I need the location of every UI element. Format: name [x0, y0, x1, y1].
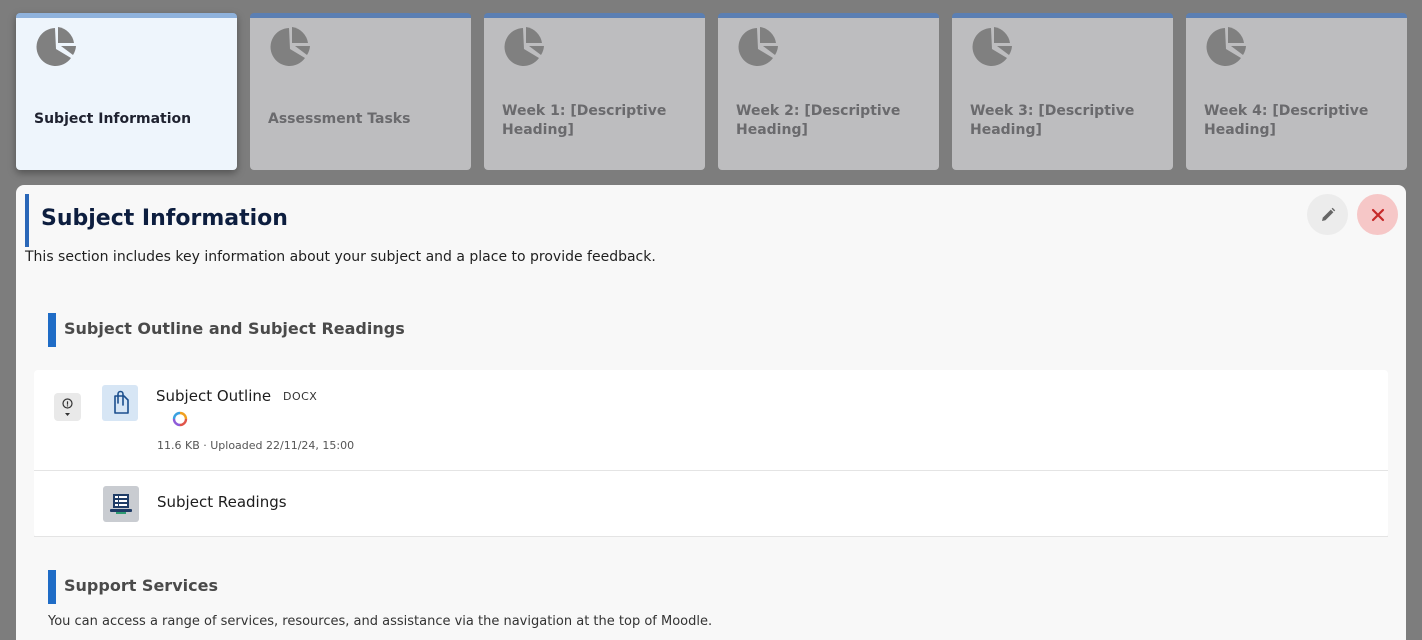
pie-chart-icon — [270, 27, 310, 66]
subject-readings-link[interactable]: Subject Readings — [157, 493, 287, 511]
pie-chart-icon — [972, 27, 1012, 66]
list-bottom-border — [34, 536, 1388, 537]
panel-description: This section includes key information ab… — [25, 249, 656, 265]
tile-assessment-tasks[interactable]: Assessment Tasks — [250, 13, 471, 170]
file-meta: 11.6 KB · Uploaded 22/11/24, 15:00 — [157, 439, 355, 452]
pie-chart-icon — [36, 27, 76, 66]
sync-icon — [172, 411, 188, 427]
reading-list-icon — [103, 486, 139, 522]
close-icon — [1371, 208, 1384, 221]
panel-title: Subject Information — [41, 206, 288, 231]
pie-chart-icon — [1206, 27, 1246, 66]
tile-week-1[interactable]: Week 1: [Descriptive Heading] — [484, 13, 705, 170]
title-accent-bar — [25, 194, 29, 247]
doc-type-badge: DOCX — [283, 390, 318, 403]
list-divider — [34, 470, 1388, 471]
tile-subject-information[interactable]: Subject Information — [16, 13, 237, 170]
section-accent-bar — [48, 313, 56, 347]
pie-chart-icon — [738, 27, 778, 66]
section-title-outline: Subject Outline and Subject Readings — [64, 319, 405, 338]
tile-label: Week 3: [Descriptive Heading] — [970, 103, 1135, 138]
support-description: You can access a range of services, reso… — [48, 614, 713, 629]
pencil-icon — [1321, 207, 1335, 221]
subject-outline-link[interactable]: Subject Outline — [156, 387, 271, 405]
tile-label: Week 4: [Descriptive Heading] — [1204, 103, 1369, 138]
pie-chart-icon — [504, 27, 544, 66]
section-accent-bar — [48, 570, 56, 604]
tile-week-2[interactable]: Week 2: [Descriptive Heading] — [718, 13, 939, 170]
info-dropdown-button[interactable] — [54, 393, 81, 421]
tile-label: Assessment Tasks — [268, 111, 411, 127]
activity-list: Subject Outline DOCX 11.6 KB · Uploaded … — [34, 370, 1388, 537]
edit-button[interactable] — [1307, 194, 1348, 235]
tile-label: Week 2: [Descriptive Heading] — [736, 103, 901, 138]
document-clip-icon — [102, 385, 138, 421]
tile-week-4[interactable]: Week 4: [Descriptive Heading] — [1186, 13, 1407, 170]
tile-label: Week 1: [Descriptive Heading] — [502, 103, 667, 138]
info-dropdown-icon — [62, 398, 73, 416]
tile-label: Subject Information — [34, 111, 192, 127]
close-button[interactable] — [1357, 194, 1398, 235]
section-title-support: Support Services — [64, 576, 218, 595]
section-panel: Subject Information This section include… — [16, 185, 1406, 640]
tile-week-3[interactable]: Week 3: [Descriptive Heading] — [952, 13, 1173, 170]
